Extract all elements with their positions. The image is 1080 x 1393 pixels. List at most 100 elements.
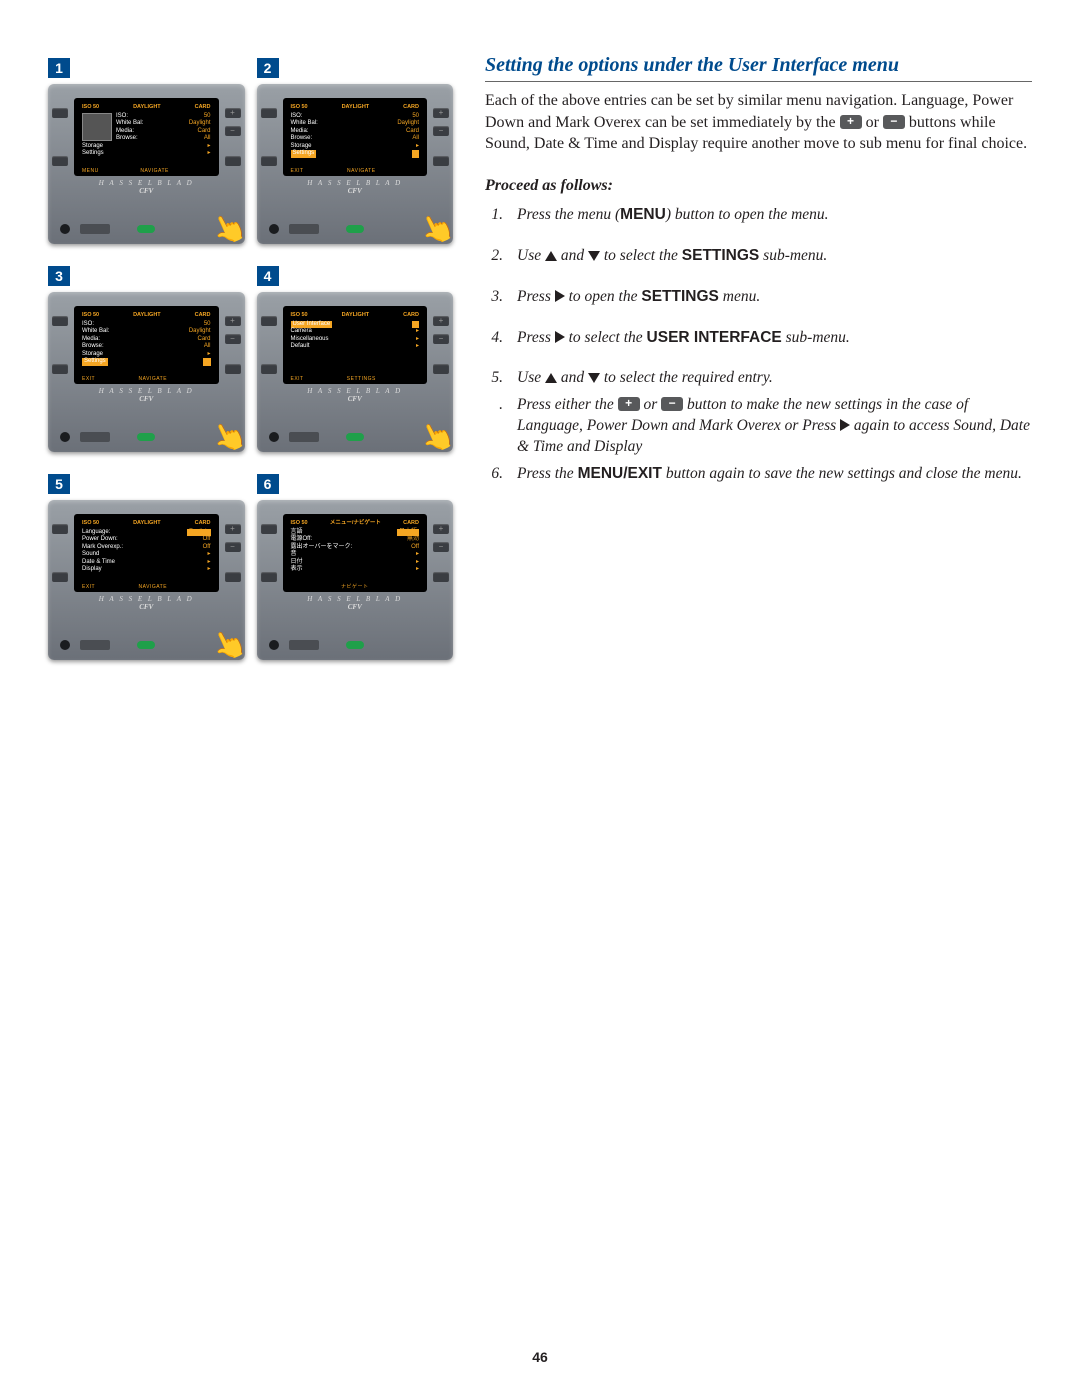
right-arrow-icon: [840, 419, 850, 431]
step-1: 1. Press the menu (MENU) button to open …: [485, 205, 1032, 226]
plus-button-icon: [225, 316, 241, 326]
menu-row: Camera▸: [291, 328, 420, 336]
section-heading: Setting the options under the User Inter…: [485, 54, 1032, 82]
screen-topbar-item: CARD: [195, 520, 211, 527]
down-arrow-icon: [588, 251, 600, 261]
brand-label: H A S S E L B L A DCFV: [58, 179, 235, 195]
step-4-number: 4.: [485, 328, 503, 349]
menu-row: Media:Card: [116, 128, 211, 136]
model-label: CFV: [267, 603, 444, 611]
right-arrow-icon: [555, 290, 565, 302]
figure-number: 3: [48, 266, 70, 286]
card-slot-icon: [80, 432, 110, 442]
screen-topbar-item: ISO 50: [82, 104, 99, 111]
menu-row: Sound▸: [82, 551, 211, 559]
ir-port-icon: [60, 640, 70, 650]
menu-row: Language:English: [82, 529, 211, 537]
card-slot-icon: [289, 432, 319, 442]
step-5-number: 5.: [485, 368, 503, 389]
pointing-hand-icon: 👆: [206, 622, 252, 668]
figure-number: 5: [48, 474, 70, 494]
step-5b-number: .: [485, 395, 503, 458]
side-button-icon: [52, 524, 68, 534]
menu-row: Browse:All: [291, 135, 420, 143]
side-button-icon: [52, 364, 68, 374]
screen-topbar-item: DAYLIGHT: [342, 312, 370, 319]
model-label: CFV: [58, 603, 235, 611]
screen-topbar-item: CARD: [403, 520, 419, 527]
plus-button-icon: [433, 108, 449, 118]
side-button-icon: [261, 364, 277, 374]
screen-topbar-item: ISO 50: [291, 312, 308, 319]
menu-row: ISO:50: [291, 113, 420, 121]
menu-row: Settings▸: [82, 358, 211, 366]
right-arrow-icon: [555, 331, 565, 343]
step-5b: . Press either the or button to make the…: [485, 395, 1032, 458]
menu-row: Display▸: [82, 566, 211, 574]
side-button-icon: [52, 156, 68, 166]
figures-column: 1ISO 50DAYLIGHTCARDISO:50White Bal:Dayli…: [48, 38, 453, 660]
card-slot-icon: [80, 640, 110, 650]
menu-row: 日付▸: [291, 559, 420, 567]
model-label: CFV: [58, 187, 235, 195]
side-button-icon: [261, 156, 277, 166]
lcd-screen: ISO 50メニュー/ナビゲートCARD言語日本語電源Off:無効露出オーバーを…: [283, 514, 428, 592]
plus-button-icon: [840, 115, 862, 129]
step-6-text: Press the MENU/EXIT button again to save…: [517, 464, 1032, 485]
lcd-screen: ISO 50DAYLIGHTCARDUser Interface▸Camera▸…: [283, 306, 428, 384]
camera-back-illustration: ISO 50DAYLIGHTCARDISO:50White Bal:Daylig…: [257, 84, 454, 244]
brand-label: H A S S E L B L A DCFV: [58, 387, 235, 403]
figure-5: 5ISO 50DAYLIGHTCARDLanguage:EnglishPower…: [48, 474, 245, 660]
side-button-icon: [52, 108, 68, 118]
card-slot-icon: [289, 224, 319, 234]
brand-label: H A S S E L B L A DCFV: [58, 595, 235, 611]
screen-bottom-label: SETTINGS: [347, 376, 376, 382]
pointing-hand-icon: 👆: [206, 206, 252, 252]
screen-topbar-item: DAYLIGHT: [342, 104, 370, 111]
camera-back-illustration: ISO 50DAYLIGHTCARDLanguage:EnglishPower …: [48, 500, 245, 660]
menu-row: 表示▸: [291, 566, 420, 574]
intro-paragraph: Each of the above entries can be set by …: [485, 90, 1032, 155]
side-button-icon: [225, 156, 241, 166]
figure-number: 4: [257, 266, 279, 286]
minus-button-icon: [661, 397, 683, 411]
side-button-icon: [261, 108, 277, 118]
screen-bottom-label: EXIT: [291, 376, 304, 382]
menu-row: ISO:50: [82, 321, 211, 329]
lcd-screen: ISO 50DAYLIGHTCARDISO:50White Bal:Daylig…: [74, 306, 219, 384]
step-1-number: 1.: [485, 205, 503, 226]
brand-label: H A S S E L B L A DCFV: [267, 387, 444, 403]
screen-bottom-label: MENU: [82, 168, 99, 174]
side-button-icon: [433, 572, 449, 582]
menu-row: Storage▸: [82, 351, 211, 359]
plus-button-icon: [618, 397, 640, 411]
step-5b-text: Press either the or button to make the n…: [517, 395, 1032, 458]
screen-bottom-label: NAVIGATE: [140, 168, 169, 174]
screen-topbar-item: ISO 50: [82, 520, 99, 527]
menu-row: Browse:All: [116, 135, 211, 143]
card-slot-icon: [80, 224, 110, 234]
menu-row: ISO:50: [116, 113, 211, 121]
step-3-number: 3.: [485, 287, 503, 308]
step-3-text: Press to open the SETTINGS menu.: [517, 287, 1032, 308]
menu-row: Media:Card: [82, 336, 211, 344]
proceed-heading: Proceed as follows:: [485, 177, 1032, 195]
screen-bottom-label: EXIT: [82, 584, 95, 590]
screen-topbar-item: CARD: [195, 104, 211, 111]
figure-2: 2ISO 50DAYLIGHTCARDISO:50White Bal:Dayli…: [257, 58, 454, 244]
side-button-icon: [225, 572, 241, 582]
plus-button-icon: [225, 108, 241, 118]
menu-row: Settings▸: [82, 150, 211, 158]
camera-back-illustration: ISO 50メニュー/ナビゲートCARD言語日本語電源Off:無効露出オーバーを…: [257, 500, 454, 660]
screen-bottom-label: NAVIGATE: [139, 584, 168, 590]
step-6: 6. Press the MENU/EXIT button again to s…: [485, 464, 1032, 485]
step-4-text: Press to select the USER INTERFACE sub-m…: [517, 328, 1032, 349]
screen-topbar-item: CARD: [403, 104, 419, 111]
camera-back-illustration: ISO 50DAYLIGHTCARDISO:50White Bal:Daylig…: [48, 292, 245, 452]
pointing-hand-icon: 👆: [415, 414, 461, 460]
up-arrow-icon: [545, 373, 557, 383]
up-arrow-icon: [545, 251, 557, 261]
menu-row: Browse:All: [82, 343, 211, 351]
minus-button-icon: [433, 542, 449, 552]
screen-topbar-item: ISO 50: [291, 520, 308, 527]
